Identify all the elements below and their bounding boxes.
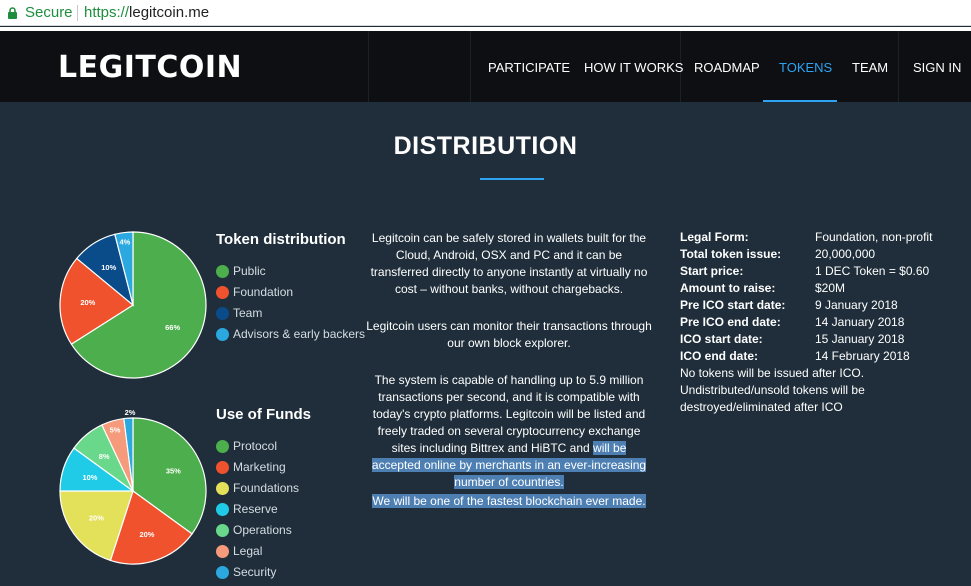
- secure-label: Secure: [25, 4, 73, 21]
- legend-label: Legal: [233, 544, 263, 558]
- nav-team[interactable]: TEAM: [852, 60, 888, 75]
- pie-slice-label: 10%: [101, 263, 116, 272]
- url-protocol: https://: [84, 4, 130, 21]
- info-value: 14 January 2018: [815, 315, 905, 329]
- info-key: Amount to raise:: [680, 281, 776, 295]
- pie-slice-label: 5%: [110, 425, 121, 434]
- info-key: Start price:: [680, 264, 744, 278]
- legend-swatch: [216, 524, 229, 537]
- nav-sign-in[interactable]: SIGN IN: [913, 60, 961, 75]
- pie-slice-label: 66%: [165, 323, 180, 332]
- browser-address-bar[interactable]: Secure https://legitcoin.me: [0, 0, 971, 26]
- info-value: Foundation, non-profit: [815, 230, 933, 244]
- legend-swatch: [216, 286, 229, 299]
- legend-label: Public: [233, 264, 266, 278]
- info-key: ICO start date:: [680, 332, 763, 346]
- capacity-paragraph: The system is capable of handling up to …: [366, 372, 652, 491]
- legend-label: Operations: [233, 523, 292, 537]
- site-logo[interactable]: LEGITCOIN: [58, 50, 242, 85]
- page-title: DISTRIBUTION: [393, 132, 578, 160]
- legend-label: Advisors & early backers: [233, 327, 366, 341]
- nav-tokens[interactable]: TOKENS: [779, 60, 832, 75]
- info-key: Pre ICO start date:: [680, 298, 786, 312]
- header-grid-line: [368, 31, 369, 102]
- use-of-funds-pie: 35% 20% 20% 10% 8% 5% 2%: [59, 408, 207, 565]
- lock-icon: [8, 7, 17, 19]
- info-value: 20,000,000: [815, 247, 876, 261]
- highlighted-text: We will be one of the fastest blockchain…: [372, 494, 646, 508]
- legend-swatch: [216, 328, 229, 341]
- nav-how-it-works[interactable]: HOW IT WORKS: [584, 60, 683, 75]
- pie-slice-label: 20%: [89, 514, 104, 523]
- legend-swatch: [216, 482, 229, 495]
- fastest-paragraph: We will be one of the fastest blockchain…: [366, 493, 652, 510]
- legend-label: Reserve: [233, 502, 278, 516]
- legend-swatch: [216, 461, 229, 474]
- legend-label: Security: [233, 565, 277, 579]
- nav-roadmap[interactable]: ROADMAP: [694, 60, 760, 75]
- site-header: LEGITCOIN PARTICIPATE HOW IT WORKS ROADM…: [0, 31, 971, 102]
- pie-slice-label: 8%: [99, 452, 110, 461]
- header-grid-line: [470, 31, 471, 102]
- info-key: Total token issue:: [680, 247, 782, 261]
- token-distribution-heading: Token distribution: [216, 231, 346, 248]
- pie-slice-label: 10%: [82, 473, 97, 482]
- info-value: 1 DEC Token = $0.60: [815, 264, 930, 278]
- explorer-paragraph: Legitcoin users can monitor their transa…: [366, 319, 652, 350]
- title-divider: [480, 178, 544, 180]
- header-grid-line: [898, 31, 899, 102]
- token-distribution-pie: 66% 20% 10% 4%: [59, 231, 207, 379]
- legend-swatch: [216, 545, 229, 558]
- info-key: Legal Form:: [680, 230, 749, 244]
- info-value: $20M: [815, 281, 846, 295]
- legend-swatch: [216, 440, 229, 453]
- pie-slice-label: 4%: [120, 237, 131, 246]
- nav-participate[interactable]: PARTICIPATE: [488, 60, 570, 75]
- info-value: 14 February 2018: [815, 349, 910, 363]
- info-key: Pre ICO end date:: [680, 315, 781, 329]
- legend-swatch: [216, 503, 229, 516]
- url-text[interactable]: https://legitcoin.me: [84, 4, 209, 21]
- info-value: 9 January 2018: [815, 298, 898, 312]
- legend-label: Marketing: [233, 460, 286, 474]
- wallet-paragraph: Legitcoin can be safely stored in wallet…: [370, 231, 648, 296]
- legend-swatch: [216, 566, 229, 579]
- legend-swatch: [216, 307, 229, 320]
- info-key: ICO end date:: [680, 349, 759, 363]
- legend-label: Foundation: [233, 285, 294, 299]
- token-note: No tokens will be issued after ICO. Undi…: [680, 366, 865, 414]
- pie-slice-label: 20%: [139, 530, 154, 539]
- legend-label: Foundations: [233, 481, 300, 495]
- pie-slice-label: 2%: [125, 408, 136, 417]
- legend-label: Team: [233, 306, 263, 320]
- legend-swatch: [216, 265, 229, 278]
- url-host: legitcoin.me: [129, 4, 210, 21]
- legend-label: Protocol: [233, 439, 278, 453]
- pie-slice-label: 20%: [80, 298, 95, 307]
- distribution-section: DISTRIBUTION 66% 20% 10% 4% Token distribut…: [0, 102, 971, 586]
- pie-slice-label: 35%: [166, 466, 181, 475]
- use-of-funds-heading: Use of Funds: [216, 406, 312, 423]
- info-value: 15 January 2018: [815, 332, 905, 346]
- address-separator: [77, 5, 78, 21]
